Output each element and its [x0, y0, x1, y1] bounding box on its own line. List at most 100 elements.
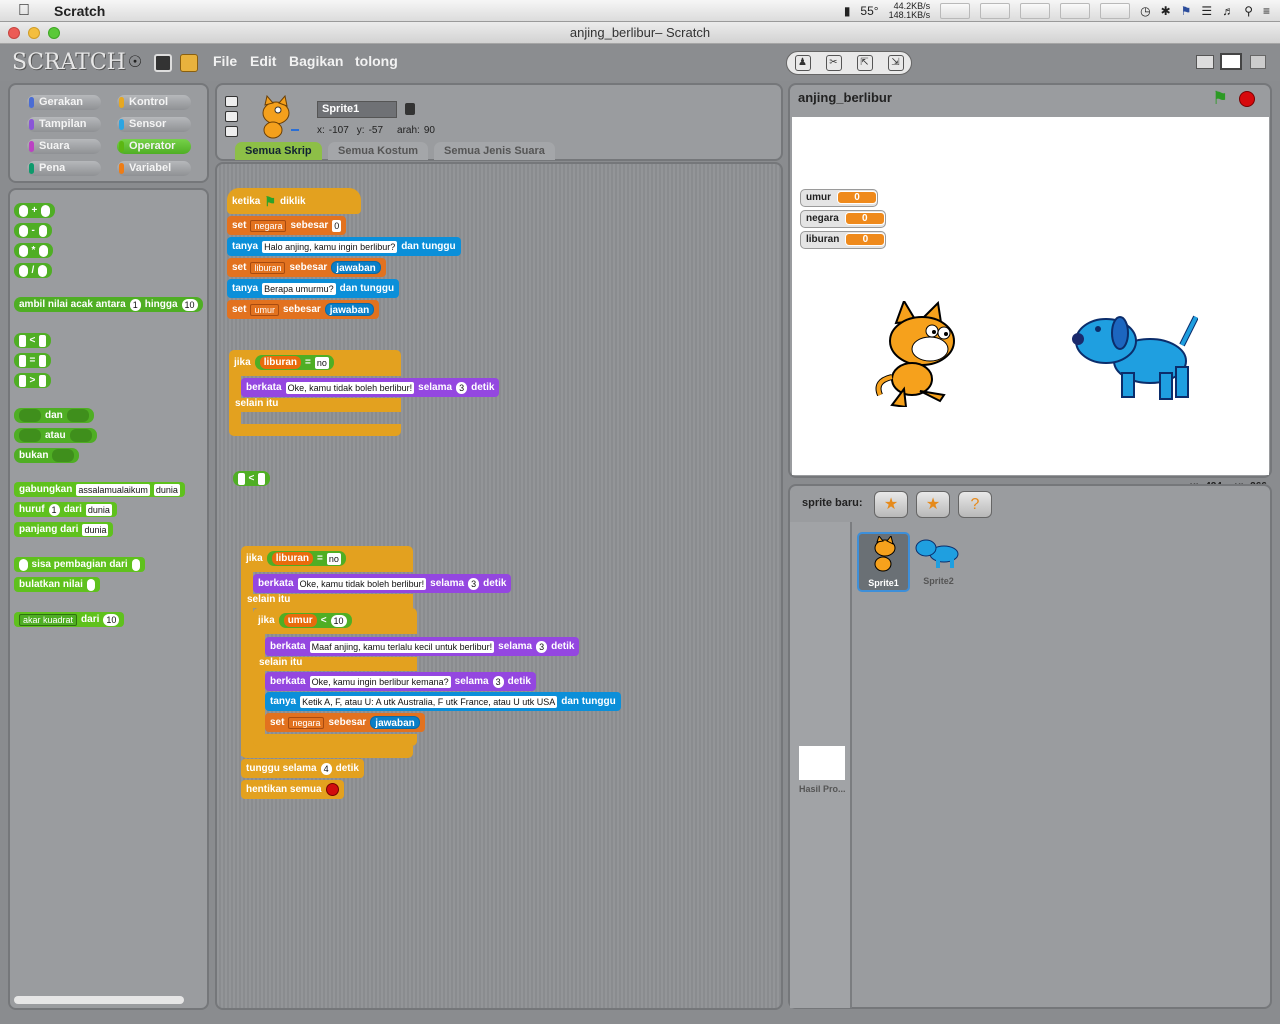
category-looks[interactable]: Tampilan — [27, 117, 101, 132]
dog-sprite[interactable] — [1072, 315, 1199, 406]
set-negara-block-2[interactable]: set negara sebesar jawaban — [265, 713, 425, 732]
search-icon[interactable]: ⚲ — [1244, 4, 1253, 18]
category-control[interactable]: Kontrol — [117, 95, 191, 110]
monitor-umur[interactable]: umur 0 — [800, 189, 878, 207]
set-liburan-block[interactable]: set liburan sebesar jawaban — [227, 258, 386, 277]
ask-block-1[interactable]: tanya Halo anjing, kamu ingin berlibur? da… — [227, 237, 461, 256]
cat-thumbnail — [869, 534, 901, 574]
category-label: Gerakan — [39, 96, 84, 108]
equals-block[interactable]: = — [14, 353, 51, 368]
stage-thumbnail[interactable] — [799, 746, 845, 780]
category-pen[interactable]: Pena — [27, 161, 101, 176]
flip-style-icon[interactable] — [225, 111, 238, 122]
tab-sounds[interactable]: Semua Jenis Suara — [434, 142, 555, 160]
palette-scrollbar[interactable] — [14, 996, 184, 1004]
tab-scripts[interactable]: Semua Skrip — [235, 142, 322, 160]
scripts-area[interactable]: ketika ⚑ diklik set negara sebesar 0 tanya H… — [215, 162, 783, 1010]
say-block-2[interactable]: berkata Oke, kamu tidak boleh berlibur! se… — [253, 574, 512, 593]
category-variables[interactable]: Variabel — [117, 161, 191, 176]
cat-sprite[interactable] — [874, 298, 972, 410]
or-block[interactable]: atau — [14, 428, 97, 443]
tab-costumes[interactable]: Semua Kostum — [328, 142, 429, 160]
menu-help[interactable]: tolong — [355, 53, 398, 69]
paint-new-sprite-icon[interactable]: ★ — [874, 491, 908, 518]
add-block[interactable]: + — [14, 203, 55, 218]
no-rotate-icon[interactable] — [225, 126, 238, 137]
presentation-icon[interactable] — [1250, 55, 1266, 69]
normal-stage-icon[interactable] — [1220, 53, 1242, 70]
loose-less-than-block[interactable]: < — [233, 471, 270, 486]
set-umur-block[interactable]: set umur sebesar jawaban — [227, 300, 380, 319]
say-block-1[interactable]: berkata Oke, kamu tidak boleh berlibur! se… — [241, 378, 500, 397]
not-block[interactable]: bukan — [14, 448, 80, 463]
wait-block[interactable]: tunggu selama 4 detik — [241, 759, 364, 778]
sqrt-block[interactable]: akar kuadrat dari 10 — [14, 612, 125, 627]
zoom-button[interactable] — [48, 27, 60, 39]
category-label: Tampilan — [39, 118, 87, 130]
category-operators[interactable]: Operator — [117, 139, 191, 154]
small-stage-icon[interactable] — [1196, 55, 1214, 69]
ask-block-2[interactable]: tanya Berapa umurmu? dan tunggu — [227, 279, 400, 298]
less-than-block[interactable]: < — [14, 333, 51, 348]
green-flag-icon: ⚑ — [264, 193, 277, 209]
sprite-tile-1[interactable]: Sprite1 — [857, 532, 910, 592]
greater-than-block[interactable]: > — [14, 373, 51, 388]
sprite-tile-2[interactable]: Sprite2 — [912, 536, 965, 592]
apple-icon[interactable]:  — [18, 2, 36, 19]
mod-block[interactable]: sisa pembagian dari — [14, 557, 146, 572]
round-block[interactable]: bulatkan nilai — [14, 577, 101, 592]
share-icon[interactable] — [180, 54, 198, 72]
stop-all-block[interactable]: hentikan semua — [241, 780, 344, 799]
and-block[interactable]: dan — [14, 408, 94, 423]
shrink-icon[interactable]: ⇲ — [887, 55, 904, 71]
subtract-block[interactable]: - — [14, 223, 53, 238]
volume-icon[interactable]: ♬ — [1222, 4, 1234, 18]
list-icon[interactable]: ≡ — [1263, 4, 1270, 18]
length-block[interactable]: panjang dari dunia — [14, 522, 114, 537]
close-button[interactable] — [8, 27, 20, 39]
letter-block[interactable]: huruf 1 dari dunia — [14, 502, 117, 517]
meter-3 — [1020, 3, 1051, 19]
flag-icon[interactable]: ⚑ — [1181, 4, 1192, 18]
app-menu-name[interactable]: Scratch — [54, 3, 105, 19]
multiply-block[interactable]: * — [14, 243, 53, 258]
minimize-button[interactable] — [28, 27, 40, 39]
green-flag-icon[interactable]: ⚑ — [1212, 88, 1228, 109]
wifi-icon[interactable]: ☰ — [1201, 4, 1212, 18]
say-block-4[interactable]: berkata Oke, kamu ingin berlibur kemana? s… — [265, 672, 536, 691]
monitor-negara[interactable]: negara 0 — [800, 210, 886, 228]
menu-file[interactable]: File — [213, 53, 237, 69]
sensing-color-icon — [119, 119, 124, 130]
join-block[interactable]: gabungkan assalamualaikum dunia — [14, 482, 185, 497]
menu-share[interactable]: Bagikan — [289, 53, 343, 69]
lock-icon[interactable] — [405, 103, 415, 115]
category-sound[interactable]: Suara — [27, 139, 101, 154]
menu-edit[interactable]: Edit — [250, 53, 276, 69]
bookmark-icon[interactable]: ▮ — [844, 4, 851, 18]
divide-block[interactable]: / — [14, 263, 52, 278]
say-block-3[interactable]: berkata Maaf anjing, kamu terlalu kecil u… — [265, 637, 580, 656]
save-icon[interactable] — [154, 54, 172, 72]
when-flag-clicked-block[interactable]: ketika ⚑ diklik — [227, 188, 361, 214]
stage-canvas[interactable]: umur 0 negara 0 liburan 0 — [792, 117, 1269, 475]
rotate-style-icon[interactable] — [225, 96, 238, 107]
choose-sprite-file-icon[interactable]: ★ — [916, 491, 950, 518]
ask-block-3[interactable]: tanya Ketik A, F, atau U: A utk Australia… — [265, 692, 621, 711]
category-sensing[interactable]: Sensor — [117, 117, 191, 132]
globe-icon[interactable]: ☉ — [126, 54, 144, 72]
meter-2 — [980, 3, 1011, 19]
duplicate-icon[interactable]: ♟ — [794, 55, 811, 71]
clock-icon[interactable]: ◷ — [1140, 4, 1150, 18]
monitor-liburan[interactable]: liburan 0 — [800, 231, 887, 249]
bluetooth-icon[interactable]: ✱ — [1161, 4, 1171, 18]
set-negara-block[interactable]: set negara sebesar 0 — [227, 216, 347, 235]
grow-icon[interactable]: ⇱ — [856, 55, 873, 71]
if-else-header-1: jika liburan = no — [229, 353, 339, 372]
sprite-name-field[interactable]: Sprite1 — [317, 101, 397, 118]
looks-color-icon — [29, 119, 34, 130]
stop-icon[interactable] — [1239, 91, 1255, 107]
category-motion[interactable]: Gerakan — [27, 95, 101, 110]
random-sprite-icon[interactable]: ? — [958, 491, 992, 518]
random-block[interactable]: ambil nilai acak antara 1 hingga 10 — [14, 297, 203, 312]
delete-icon[interactable]: ✂ — [825, 55, 842, 71]
